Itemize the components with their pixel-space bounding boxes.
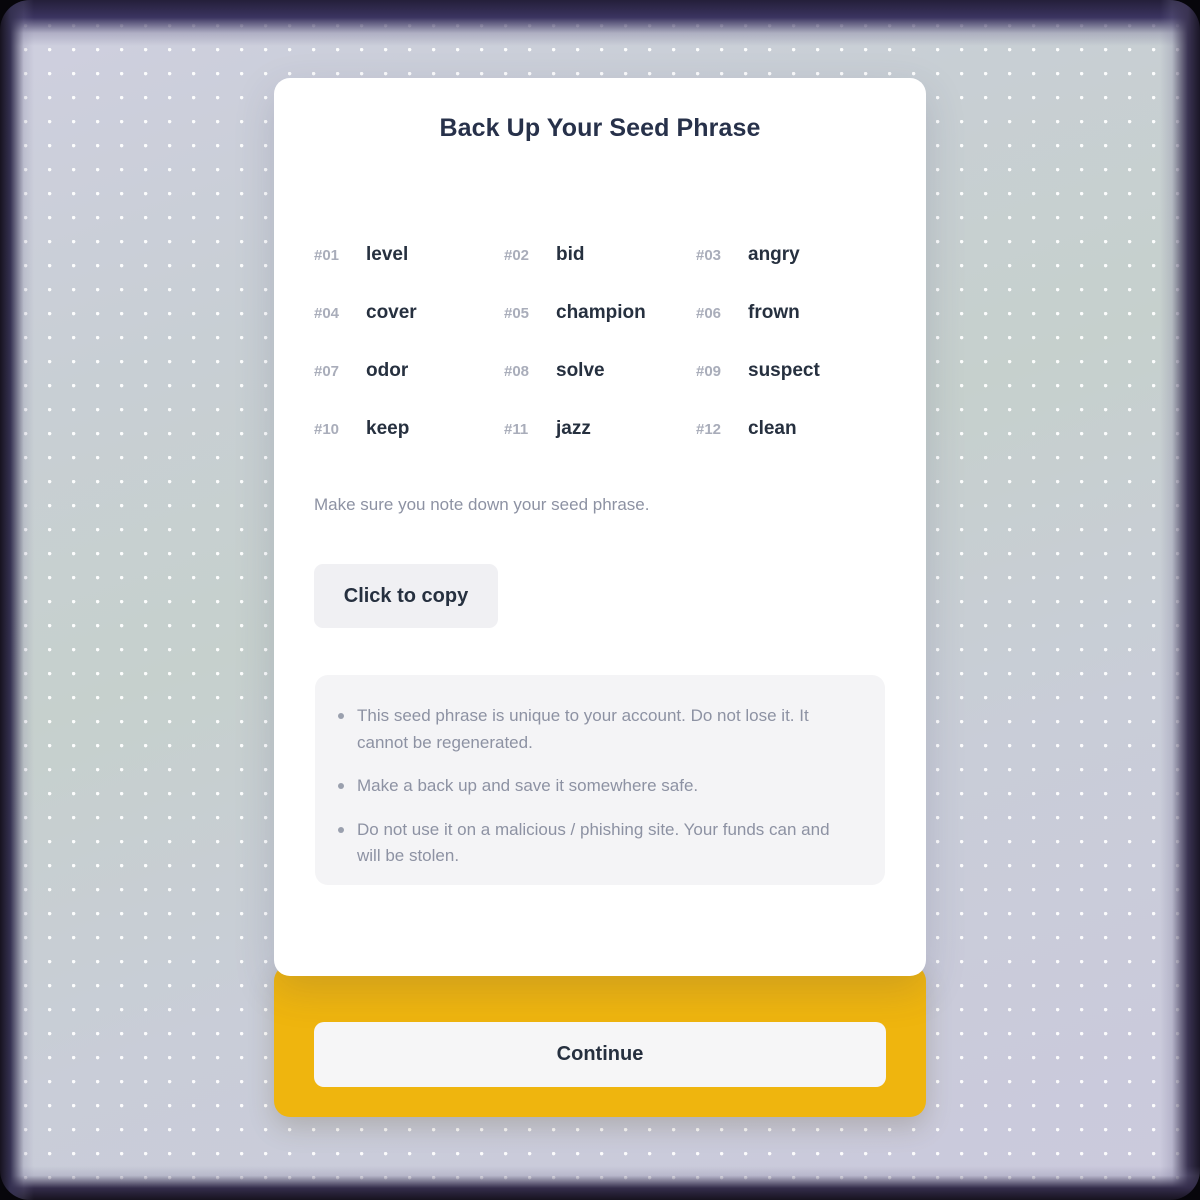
warning-list-item: Do not use it on a malicious / phishing … bbox=[338, 817, 855, 870]
seed-word-item: #04 cover bbox=[314, 302, 504, 324]
seed-word-index: #11 bbox=[504, 421, 529, 438]
seed-word-item: #05 champion bbox=[504, 302, 696, 324]
seed-phrase-card: Back Up Your Seed Phrase #01 level #02 b… bbox=[274, 78, 926, 976]
warning-list-item: This seed phrase is unique to your accou… bbox=[338, 703, 855, 756]
seed-word-index: #06 bbox=[696, 305, 722, 322]
seed-word-text: clean bbox=[748, 418, 797, 439]
seed-word-index: #01 bbox=[314, 247, 340, 264]
seed-word-text: keep bbox=[366, 418, 410, 439]
seed-word-item: #08 solve bbox=[504, 360, 696, 382]
seed-word-grid: #01 level #02 bid #03 angry #04 cover #0… bbox=[314, 226, 886, 458]
seed-word-text: suspect bbox=[748, 360, 820, 381]
warning-panel: This seed phrase is unique to your accou… bbox=[315, 675, 885, 885]
seed-word-text: solve bbox=[556, 360, 605, 381]
seed-word-text: frown bbox=[748, 302, 800, 323]
copy-seed-phrase-button[interactable]: Click to copy bbox=[314, 564, 498, 628]
seed-word-item: #10 keep bbox=[314, 418, 504, 440]
seed-word-index: #03 bbox=[696, 247, 722, 264]
seed-word-text: level bbox=[366, 244, 409, 265]
seed-word-index: #12 bbox=[696, 421, 722, 438]
warning-list-item: Make a back up and save it somewhere saf… bbox=[338, 773, 855, 800]
seed-note-text: Make sure you note down your seed phrase… bbox=[314, 495, 650, 514]
seed-word-index: #07 bbox=[314, 363, 340, 380]
seed-word-index: #02 bbox=[504, 247, 530, 264]
seed-word-item: #03 angry bbox=[696, 244, 886, 266]
seed-word-item: #02 bid bbox=[504, 244, 696, 266]
seed-word-text: angry bbox=[748, 244, 800, 265]
page-title: Back Up Your Seed Phrase bbox=[439, 114, 761, 142]
seed-word-item: #07 odor bbox=[314, 360, 504, 382]
seed-word-text: bid bbox=[556, 244, 585, 265]
seed-word-text: cover bbox=[366, 302, 417, 323]
continue-button[interactable]: Continue bbox=[314, 1022, 886, 1087]
seed-word-item: #06 frown bbox=[696, 302, 886, 324]
screenshot-viewport: Back Up Your Seed Phrase #01 level #02 b… bbox=[0, 0, 1200, 1200]
seed-word-index: #08 bbox=[504, 363, 530, 380]
seed-word-text: odor bbox=[366, 360, 409, 381]
seed-word-index: #04 bbox=[314, 305, 340, 322]
seed-word-item: #01 level bbox=[314, 244, 504, 266]
seed-word-item: #12 clean bbox=[696, 418, 886, 440]
warning-list: This seed phrase is unique to your accou… bbox=[333, 703, 855, 870]
seed-word-text: jazz bbox=[556, 418, 591, 439]
seed-word-index: #05 bbox=[504, 305, 530, 322]
seed-word-item: #11 jazz bbox=[504, 418, 696, 440]
seed-word-index: #09 bbox=[696, 363, 722, 380]
seed-word-index: #10 bbox=[314, 421, 340, 438]
seed-word-item: #09 suspect bbox=[696, 360, 886, 382]
seed-word-text: champion bbox=[556, 302, 646, 323]
